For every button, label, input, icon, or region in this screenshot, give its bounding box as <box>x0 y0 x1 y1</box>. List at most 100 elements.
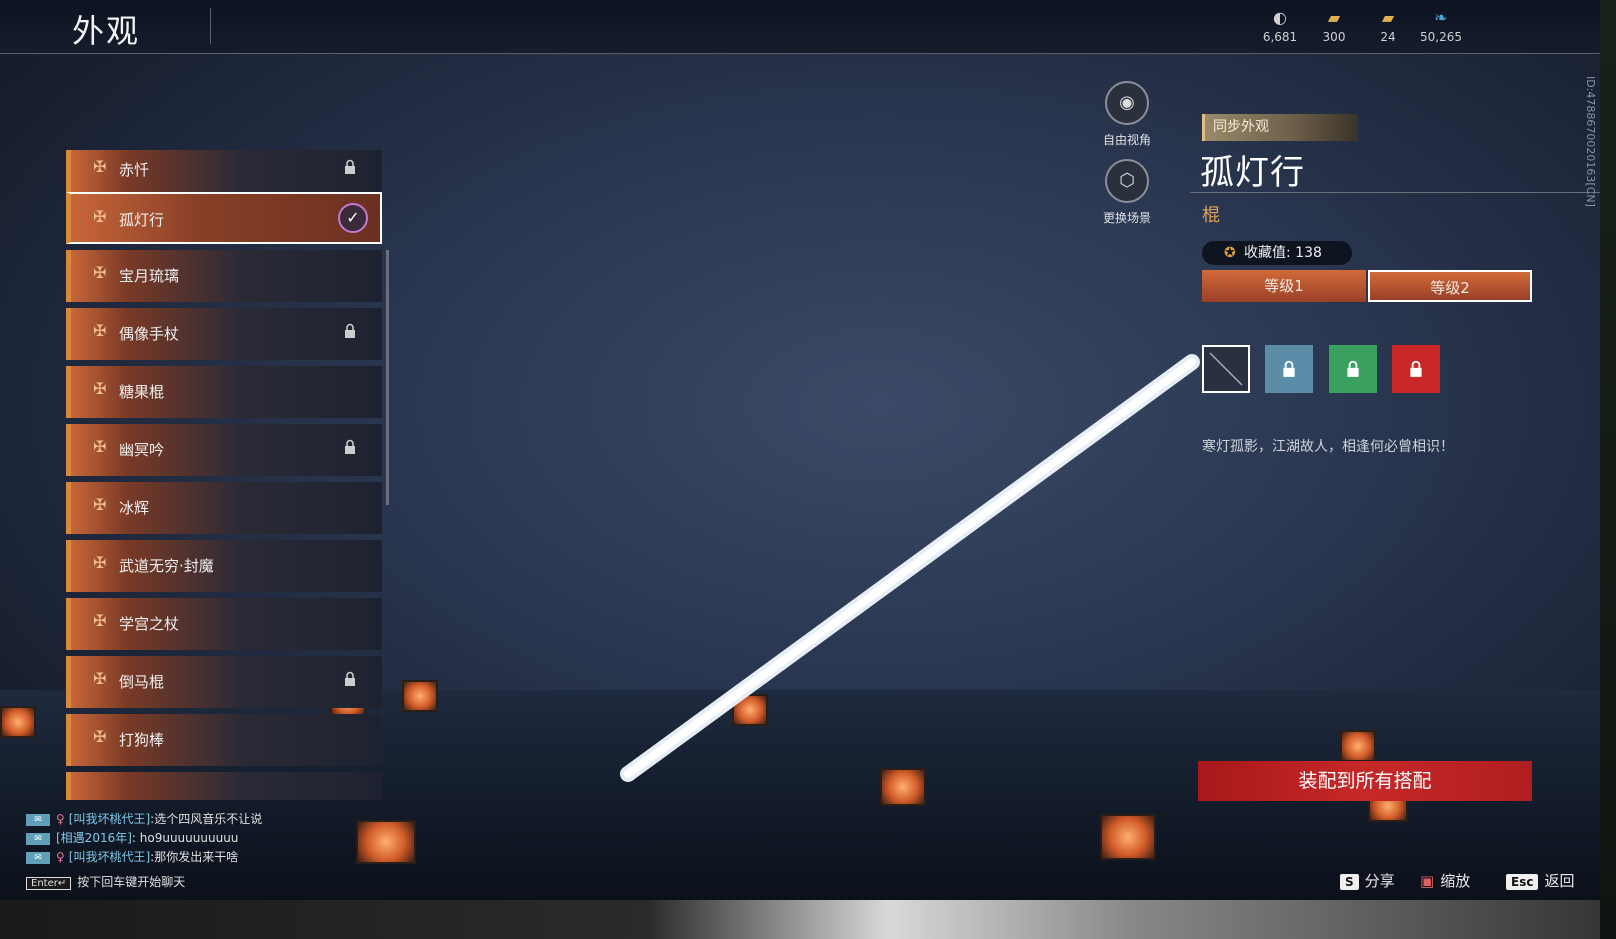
staff-category-icon: ✠ <box>93 495 107 514</box>
collection-icon: ✪ <box>1224 245 1236 261</box>
chat-sender[interactable]: [叫我坏桃代王] <box>69 850 150 864</box>
feather-icon: ❧ <box>1434 8 1448 27</box>
list-scrollbar[interactable] <box>386 250 389 505</box>
lock-icon <box>345 439 355 454</box>
list-item-selected[interactable]: ✠ 孤灯行 ✓ <box>66 192 382 244</box>
sync-appearance-tag[interactable]: 同步外观 <box>1202 114 1358 141</box>
list-item-label: 倒马棍 <box>119 673 165 691</box>
staff-category-icon: ✠ <box>93 553 107 572</box>
item-type: 棍 <box>1202 205 1220 226</box>
chat-channel-icon: ✉ <box>26 851 50 864</box>
chat-sender[interactable]: [叫我坏桃代王] <box>69 812 150 826</box>
list-item-label: 偶像手杖 <box>119 325 180 343</box>
equip-all-outfits-button[interactable]: 装配到所有搭配 <box>1198 761 1532 801</box>
gold-ticket-plus-icon: ▰ <box>1381 8 1395 27</box>
lock-icon <box>345 323 355 338</box>
enter-key: Enter↵ <box>26 877 72 890</box>
currency-value: 50,265 <box>1420 30 1462 44</box>
lock-icon <box>1347 360 1359 377</box>
staff-category-icon: ✠ <box>93 437 107 456</box>
back-key: Esc <box>1506 874 1539 890</box>
free-view-label: 自由视角 <box>1102 133 1151 147</box>
currency-mask: ◐ 6,681 <box>1250 8 1310 44</box>
chat-channel-icon: ✉ <box>26 813 50 826</box>
bottom-character-strip <box>0 900 1616 939</box>
color-swatch-red[interactable] <box>1392 345 1440 393</box>
window-right-edge <box>1600 0 1616 939</box>
share-label: 分享 <box>1364 872 1395 890</box>
list-item-label: 糖果棍 <box>119 383 165 401</box>
list-item[interactable]: ✠ 打狗棒 <box>66 714 382 766</box>
currency-value: 6,681 <box>1262 30 1298 44</box>
staff-category-icon: ✠ <box>93 157 107 176</box>
staff-category-icon: ✠ <box>93 207 107 226</box>
tab-level-2[interactable]: 等级2 <box>1368 270 1532 302</box>
cube-icon: ⬡ <box>1105 159 1149 203</box>
list-item[interactable]: ✠ 幽冥吟 <box>66 424 382 476</box>
list-item-label: 孤灯行 <box>119 211 165 229</box>
share-key: S <box>1340 874 1359 890</box>
list-item-label: 赤忏 <box>119 161 150 179</box>
color-swatch-blue[interactable] <box>1265 345 1313 393</box>
change-scene-button[interactable]: ⬡ 更换场景 <box>1087 159 1167 226</box>
female-icon: ♀ <box>56 850 65 864</box>
collection-label: 收藏值: 138 <box>1244 245 1322 261</box>
camera-icon: ◉ <box>1105 81 1149 125</box>
chat-text: : ho9uuuuuuuuuu <box>131 831 239 845</box>
chat-channel-icon: ✉ <box>26 832 50 845</box>
staff-category-icon: ✠ <box>93 669 107 688</box>
staff-category-icon: ✠ <box>93 263 107 282</box>
lock-icon <box>345 671 355 686</box>
list-item[interactable]: ✠ 宝月琉璃 <box>66 250 382 302</box>
color-swatch-default[interactable] <box>1202 345 1250 393</box>
item-name: 孤灯行 <box>1200 153 1305 193</box>
list-item-label: 武道无穷·封魔 <box>119 557 214 575</box>
none-slash-icon <box>1209 352 1243 386</box>
tab-level-1[interactable]: 等级1 <box>1202 270 1366 302</box>
chat-hint-text: 按下回车键开始聊天 <box>77 875 186 889</box>
list-item[interactable]: ✠ 偶像手杖 <box>66 308 382 360</box>
player-id: ID:4788670020163[CN] <box>1584 76 1597 207</box>
lock-icon <box>1410 360 1422 377</box>
chat-message: ✉ ♀ [叫我坏桃代王]:那你发出来干啥 <box>26 848 238 865</box>
top-divider <box>0 53 1600 54</box>
back-label: 返回 <box>1544 872 1575 890</box>
title-divider <box>210 8 211 44</box>
zoom-hint[interactable]: ▣ 缩放 <box>1420 870 1470 891</box>
appearance-list[interactable]: ✠ 赤忏 ✠ 孤灯行 ✓ ✠ 宝月琉璃 ✠ 偶像手杖 ✠ 糖果棍 ✠ 幽冥吟 ✠… <box>66 150 388 800</box>
chat-sender[interactable]: [相遇2016年] <box>56 831 132 845</box>
currency-value: 300 <box>1322 30 1346 44</box>
item-description: 寒灯孤影，江湖故人，相逢何必曾相识！ <box>1202 439 1454 455</box>
list-item-label: 冰辉 <box>119 499 150 517</box>
lock-icon <box>1283 360 1295 377</box>
free-view-button[interactable]: ◉ 自由视角 <box>1087 81 1167 148</box>
chat-text: :选个四风音乐不让说 <box>150 812 263 826</box>
list-item[interactable]: ✠ 倒马棍 <box>66 656 382 708</box>
check-icon: ✓ <box>338 203 368 233</box>
chat-message: ✉ [相遇2016年]: ho9uuuuuuuuuu <box>26 829 238 846</box>
color-swatch-green[interactable] <box>1329 345 1377 393</box>
staff-category-icon: ✠ <box>93 727 107 746</box>
chat-message: ✉ ♀ [叫我坏桃代王]:选个四风音乐不让说 <box>26 810 262 827</box>
chat-input-hint[interactable]: Enter↵ 按下回车键开始聊天 <box>26 873 185 890</box>
list-item[interactable]: ✠ 赤忏 <box>66 150 382 196</box>
list-item[interactable]: ✠ 冰辉 <box>66 482 382 534</box>
staff-category-icon: ✠ <box>93 379 107 398</box>
list-item[interactable]: ✠ 学宫之杖 <box>66 598 382 650</box>
collection-value-badge: ✪ 收藏值: 138 <box>1202 241 1352 265</box>
share-hint[interactable]: S 分享 <box>1340 870 1395 891</box>
lock-icon <box>345 159 355 174</box>
page-title: 外观 <box>72 12 141 50</box>
list-item-label: 打狗棒 <box>119 731 165 749</box>
back-hint[interactable]: Esc 返回 <box>1506 870 1574 891</box>
list-item-partial[interactable] <box>66 772 382 800</box>
currency-value: 24 <box>1380 30 1396 44</box>
list-item[interactable]: ✠ 武道无穷·封魔 <box>66 540 382 592</box>
mouse-icon: ▣ <box>1420 872 1435 890</box>
list-item[interactable]: ✠ 糖果棍 <box>66 366 382 418</box>
gold-ticket-icon: ▰ <box>1327 8 1341 27</box>
list-item-label: 宝月琉璃 <box>119 267 180 285</box>
name-divider <box>1190 192 1600 193</box>
currency-gold-ticket: ▰ 300 <box>1304 8 1364 44</box>
staff-category-icon: ✠ <box>93 321 107 340</box>
